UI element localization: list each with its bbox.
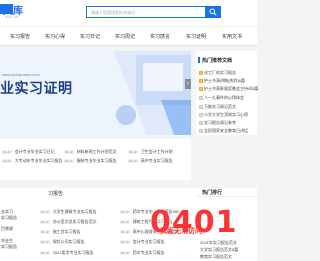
hot-recommend-panel: 热门推荐文档 1 化工厂的实习报告 2 护士节演讲稿(热烈)6篇 3 护士节表彰颁奖晚… xyxy=(196,51,258,135)
list-item[interactable]: 1 化工厂的实习报告 xyxy=(199,70,236,76)
top-bar: 文库 nku.cn 请输入您要搜索的关键词 xyxy=(0,0,257,26)
rank-badge: 2 xyxy=(199,78,203,83)
list-item[interactable]: 09-12 服装专业毕业实习报告 xyxy=(64,158,117,164)
rank-badge: 8 xyxy=(199,128,203,133)
banner-illustration xyxy=(113,51,191,135)
list-item[interactable]: 09-12 药学专业实习报告 xyxy=(120,250,165,256)
search-icon xyxy=(209,8,217,16)
ranking-title: 热门排行 xyxy=(202,190,223,196)
article-list: 09-12 会计专业毕业实习日记 09-12 材料新闻工作计划范文 09-12 卫生会… xyxy=(0,139,191,180)
list-item[interactable]: 09-12 卫生会计工作计划 xyxy=(128,149,173,155)
list-item[interactable]: 8 全民国家安全教育日讲话 xyxy=(199,128,248,134)
nav-item-experience[interactable]: 实习心得 xyxy=(45,33,65,40)
list-item[interactable]: 09-12 会计专业毕业实习日记 xyxy=(2,149,55,155)
list-item[interactable]: 3 护士节表彰颁奖晚会主持词5篇 xyxy=(199,86,258,92)
nav-item-certificate[interactable]: 实习证明 xyxy=(186,33,206,40)
rank-badge: 1 xyxy=(199,70,203,75)
list-item[interactable]: 4 八一九事件的心得体会 xyxy=(199,95,244,101)
banner-title: 业实习证明 xyxy=(0,81,73,97)
list-item[interactable]: 2 护士节演讲稿(热烈)6篇 xyxy=(199,78,245,84)
list-item[interactable]: 09-12 办公室文员实习报告范文 xyxy=(40,219,97,225)
sidebar-item[interactable]: 目常规 xyxy=(1,226,13,232)
list-item[interactable]: 09-12 施工员实习报告 xyxy=(40,229,81,235)
rank-badge: 3 xyxy=(199,86,203,91)
error-message: 页面无法访问 xyxy=(160,228,202,235)
section-title: 习报告 xyxy=(48,191,64,197)
sidebar-item[interactable]: 实习报告 xyxy=(1,244,17,250)
ranking-item[interactable]: 2021年实习报告范文 xyxy=(200,240,237,246)
list-item[interactable]: 09-12 高中专业实习报告 xyxy=(128,158,173,164)
rank-badge: 4 xyxy=(199,95,203,100)
rank-badge: 5 xyxy=(199,104,203,109)
main-nav: 实习报告 实习心得 实习日记 实习周记 实习感言 实习证明 实用文书 xyxy=(0,26,257,46)
carousel-next-button[interactable]: › xyxy=(185,79,191,89)
search-placeholder: 请输入您要搜索的关键词 xyxy=(91,10,135,15)
nav-item-remarks[interactable]: 实习感言 xyxy=(150,33,170,40)
nav-item-weekly[interactable]: 实习周记 xyxy=(115,33,135,40)
nav-item-report[interactable]: 实习报告 xyxy=(10,33,30,40)
search-input[interactable]: 请输入您要搜索的关键词 xyxy=(86,6,206,18)
rank-badge: 7 xyxy=(199,120,203,125)
list-item[interactable]: 09-12 2021医学专业实习报告 xyxy=(40,250,94,256)
list-item[interactable]: 09-12 材料新闻工作计划范文 xyxy=(64,149,117,155)
ranking-item[interactable]: 大学实习报告范文5篇 xyxy=(200,247,238,253)
nav-item-documents[interactable]: 实用文书 xyxy=(222,33,242,40)
site-logo-subtitle: nku.cn xyxy=(5,14,19,19)
list-item[interactable]: 09-12 大学生建筑专业实习报告 xyxy=(40,209,97,215)
rank-badge: 6 xyxy=(199,112,203,117)
list-item[interactable]: 5 万能实习周记范文 xyxy=(199,104,236,110)
ranking-item[interactable]: 教育实习报告范文 xyxy=(200,254,232,260)
list-item[interactable]: 7 实习报告周记参考 xyxy=(199,120,236,126)
search-button[interactable] xyxy=(205,6,221,18)
list-item[interactable]: 6 小学大学生顶岗实习心得 xyxy=(199,112,248,118)
sidebar-item[interactable]: 实习报告 xyxy=(1,215,17,221)
ranking-header: 热门排行 xyxy=(196,188,257,197)
hero-banner[interactable]: www.shixiyuwen.com 业实习证明 xyxy=(0,51,191,135)
list-item[interactable]: 09-12 保险公司实习报告 xyxy=(40,239,85,245)
category-sidebar: 业实习 实习报告 目常规 毕业生 实习报告 xyxy=(0,188,36,261)
banner-url: www.shixiyuwen.com xyxy=(2,72,40,77)
panel-accent-bar xyxy=(198,57,200,63)
nav-item-diary[interactable]: 实习日记 xyxy=(80,33,100,40)
list-item[interactable]: 09-12 大专动车专业毕业实习报告 xyxy=(2,158,63,164)
panel-title: 热门推荐文档 xyxy=(202,58,233,64)
